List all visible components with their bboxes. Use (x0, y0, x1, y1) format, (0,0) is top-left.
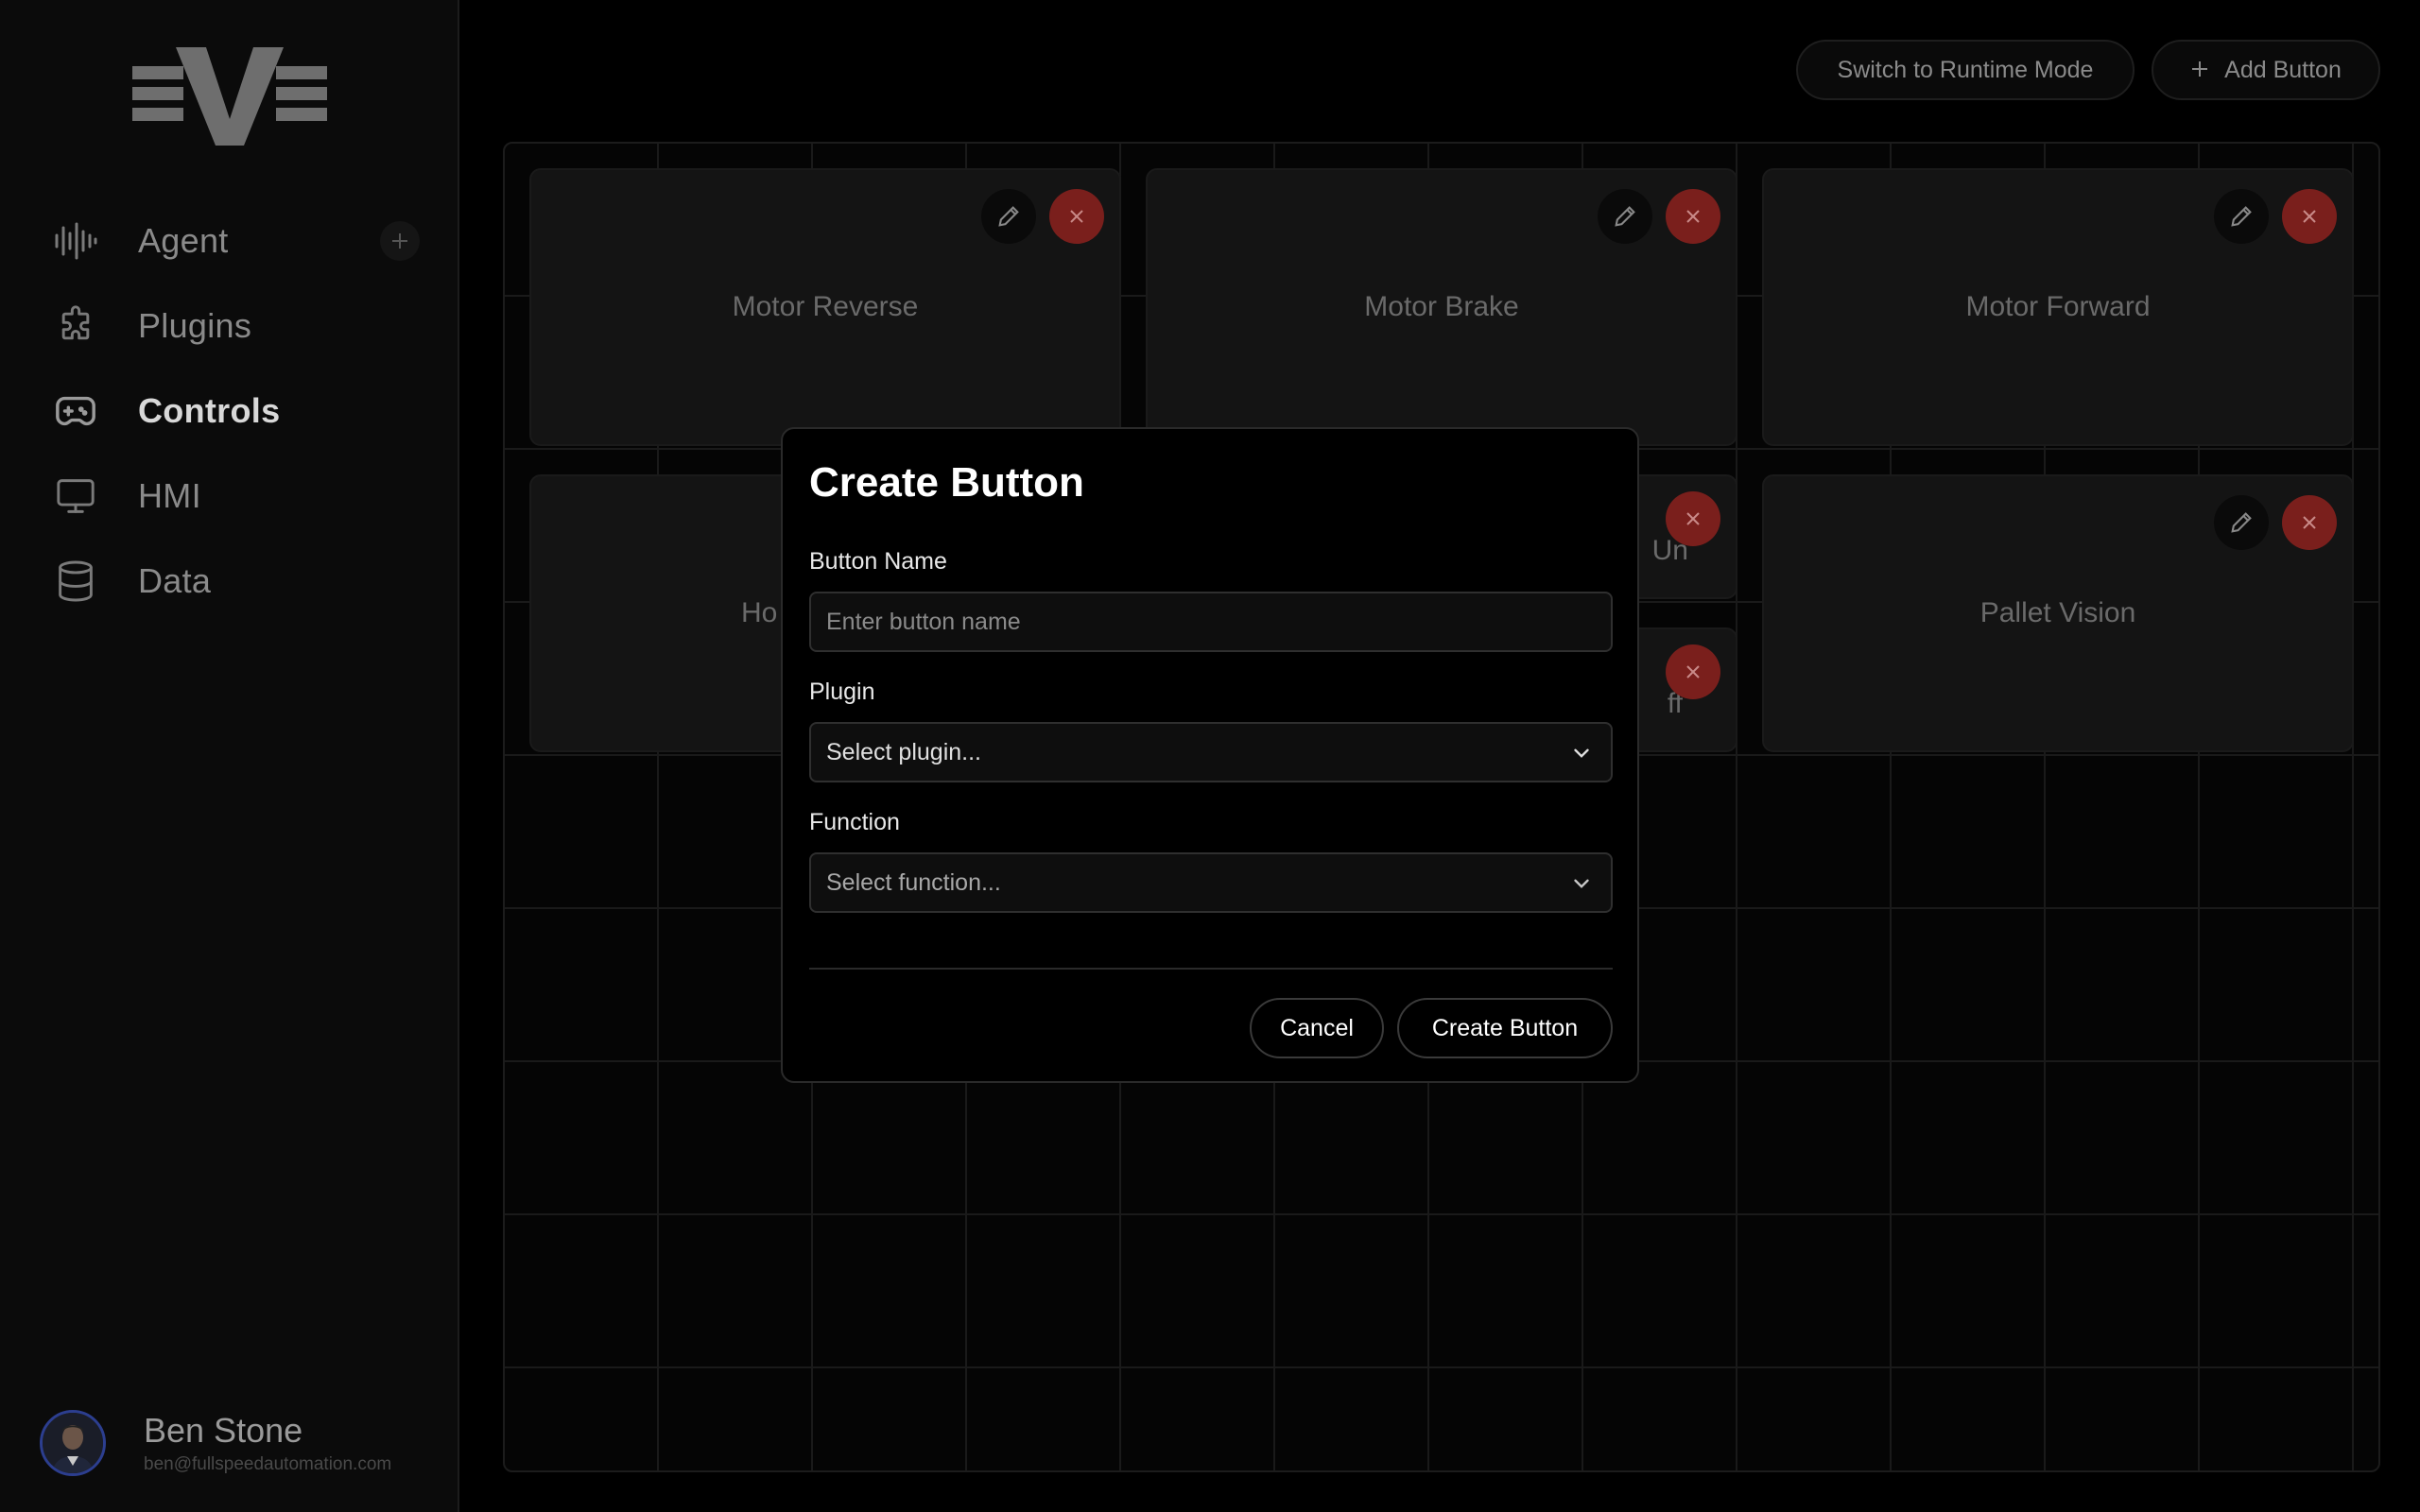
button-name-label: Button Name (809, 548, 947, 575)
button-name-field[interactable] (809, 592, 1613, 652)
dialog-title: Create Button (809, 459, 1084, 506)
chevron-down-icon (1569, 741, 1594, 765)
plugin-select[interactable]: Select plugin... (809, 722, 1613, 782)
chevron-down-icon (1569, 871, 1594, 896)
function-select-value: Select function... (826, 868, 1001, 896)
create-button-dialog: Create Button Button Name Plugin Select … (781, 427, 1639, 1083)
plugin-select-value: Select plugin... (826, 738, 981, 765)
cancel-label: Cancel (1280, 1014, 1354, 1041)
create-button-button[interactable]: Create Button (1397, 998, 1613, 1058)
function-select[interactable]: Select function... (809, 852, 1613, 913)
plugin-label: Plugin (809, 679, 875, 705)
function-label: Function (809, 809, 900, 835)
create-label: Create Button (1431, 1014, 1579, 1041)
button-name-input[interactable] (826, 608, 1582, 636)
dialog-divider (809, 968, 1613, 970)
cancel-button[interactable]: Cancel (1250, 998, 1384, 1058)
